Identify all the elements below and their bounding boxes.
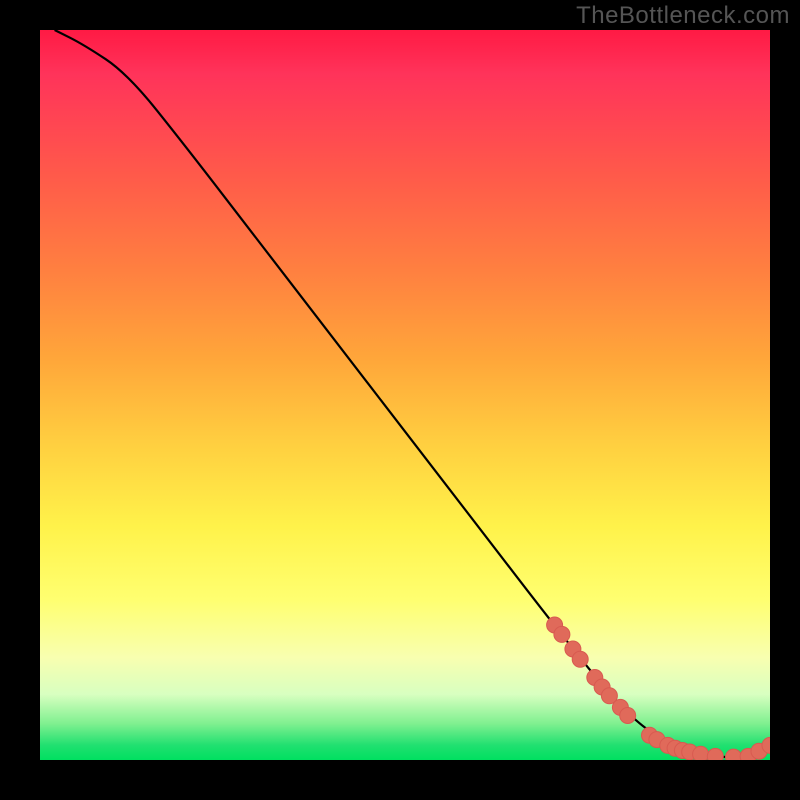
bottleneck-curve [55, 30, 770, 757]
data-point [572, 651, 588, 667]
data-point [726, 749, 742, 760]
data-point [693, 746, 709, 760]
data-point [707, 748, 723, 760]
data-point [554, 626, 570, 642]
watermark-text: TheBottleneck.com [576, 2, 790, 30]
chart-frame: TheBottleneck.com [0, 0, 800, 800]
chart-overlay [40, 30, 770, 760]
marker-group [547, 617, 770, 760]
plot-area [40, 30, 770, 760]
data-point [620, 708, 636, 724]
